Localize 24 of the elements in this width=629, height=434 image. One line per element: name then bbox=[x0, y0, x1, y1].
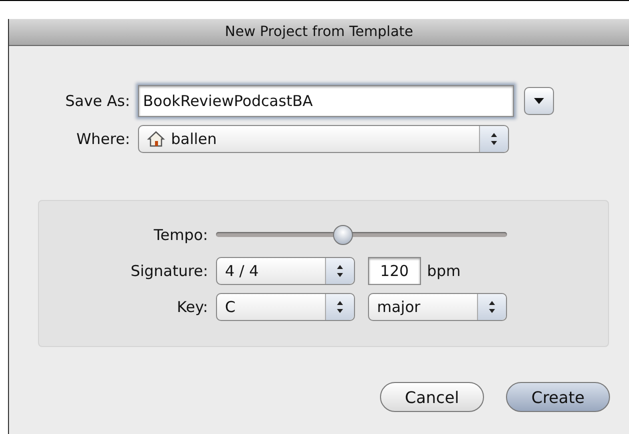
location-popup[interactable]: ballen bbox=[138, 125, 509, 153]
key-label: Key: bbox=[176, 298, 208, 316]
mode-popup[interactable]: major bbox=[368, 293, 507, 321]
bpm-unit-label: bpm bbox=[427, 262, 461, 280]
slider-thumb[interactable] bbox=[332, 225, 353, 245]
up-down-arrows-icon bbox=[336, 264, 344, 278]
create-button[interactable]: Create bbox=[506, 382, 610, 412]
key-popup[interactable]: C bbox=[216, 293, 355, 321]
up-down-arrows-icon bbox=[490, 132, 498, 146]
save-as-label: Save As: bbox=[64, 92, 130, 110]
signature-popup[interactable]: 4 / 4 bbox=[216, 257, 355, 285]
expand-button[interactable] bbox=[524, 87, 554, 115]
triangle-down-icon bbox=[533, 97, 545, 105]
signature-label: Signature: bbox=[130, 262, 208, 280]
window-title: New Project from Template bbox=[224, 24, 414, 40]
where-label: Where: bbox=[75, 130, 130, 148]
tempo-label: Tempo: bbox=[152, 226, 208, 244]
bpm-input-field[interactable]: 120 bbox=[368, 257, 421, 285]
up-down-arrows-icon bbox=[336, 300, 344, 314]
house-icon bbox=[147, 130, 165, 148]
cancel-button[interactable]: Cancel bbox=[380, 382, 484, 412]
tempo-slider[interactable] bbox=[216, 224, 507, 246]
up-down-arrows-icon bbox=[488, 300, 496, 314]
name-input-field[interactable]: BookReviewPodcastBA bbox=[138, 85, 514, 117]
